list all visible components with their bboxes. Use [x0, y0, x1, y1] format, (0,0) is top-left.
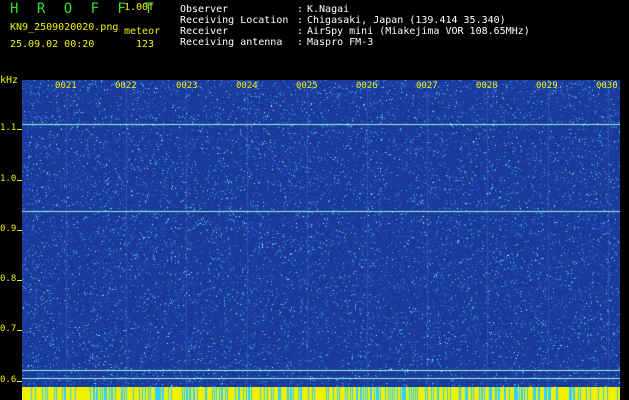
info-key-antenna: Receiving antenna: [180, 37, 283, 48]
info-value-antenna: Maspro FM-3: [307, 37, 374, 48]
y-tick: [17, 129, 22, 130]
x-label-0024: 0024: [236, 81, 258, 91]
x-label-0023: 0023: [176, 81, 198, 91]
info-sep: :: [297, 15, 304, 26]
info-value-location: Chigasaki, Japan (139.414 35.340): [307, 15, 506, 26]
right-margin: [620, 80, 629, 400]
version-label: 1.00f: [124, 2, 155, 13]
y-tick: [17, 330, 22, 331]
y-axis-unit: kHz: [0, 75, 19, 86]
count-label: 123: [135, 39, 154, 50]
x-label-0021: 0021: [55, 81, 77, 91]
x-label-0030: 0030: [596, 81, 618, 91]
x-label-0026: 0026: [356, 81, 378, 91]
y-tick: [17, 230, 22, 231]
info-value-observer: K.Nagai: [307, 4, 350, 15]
datetime-label: 25.09.02 00:20: [10, 39, 95, 50]
signal-level-bar: [22, 387, 620, 400]
spectrogram-plot: [22, 80, 620, 387]
y-tick: [17, 180, 22, 181]
y-tick: [17, 280, 22, 281]
signal-level-strip: [22, 387, 620, 400]
file-name: KN9_2509020020.png: [10, 22, 119, 33]
y-tick: [17, 381, 22, 382]
x-label-0029: 0029: [536, 81, 558, 91]
info-key-location: Receiving Location: [180, 15, 289, 26]
info-sep: :: [297, 37, 304, 48]
x-label-0022: 0022: [115, 81, 137, 91]
spectrogram-noise: [22, 80, 620, 387]
x-label-0027: 0027: [416, 81, 438, 91]
info-key-receiver: Receiver: [180, 26, 229, 37]
x-label-0025: 0025: [296, 81, 318, 91]
info-key-observer: Observer: [180, 4, 229, 15]
info-value-receiver: AirSpy mini (Miakejima VOR 108.65MHz): [307, 26, 530, 37]
info-sep: :: [297, 26, 304, 37]
x-label-0028: 0028: [476, 81, 498, 91]
mode-label: meteor: [124, 26, 161, 37]
info-sep: :: [297, 4, 304, 15]
